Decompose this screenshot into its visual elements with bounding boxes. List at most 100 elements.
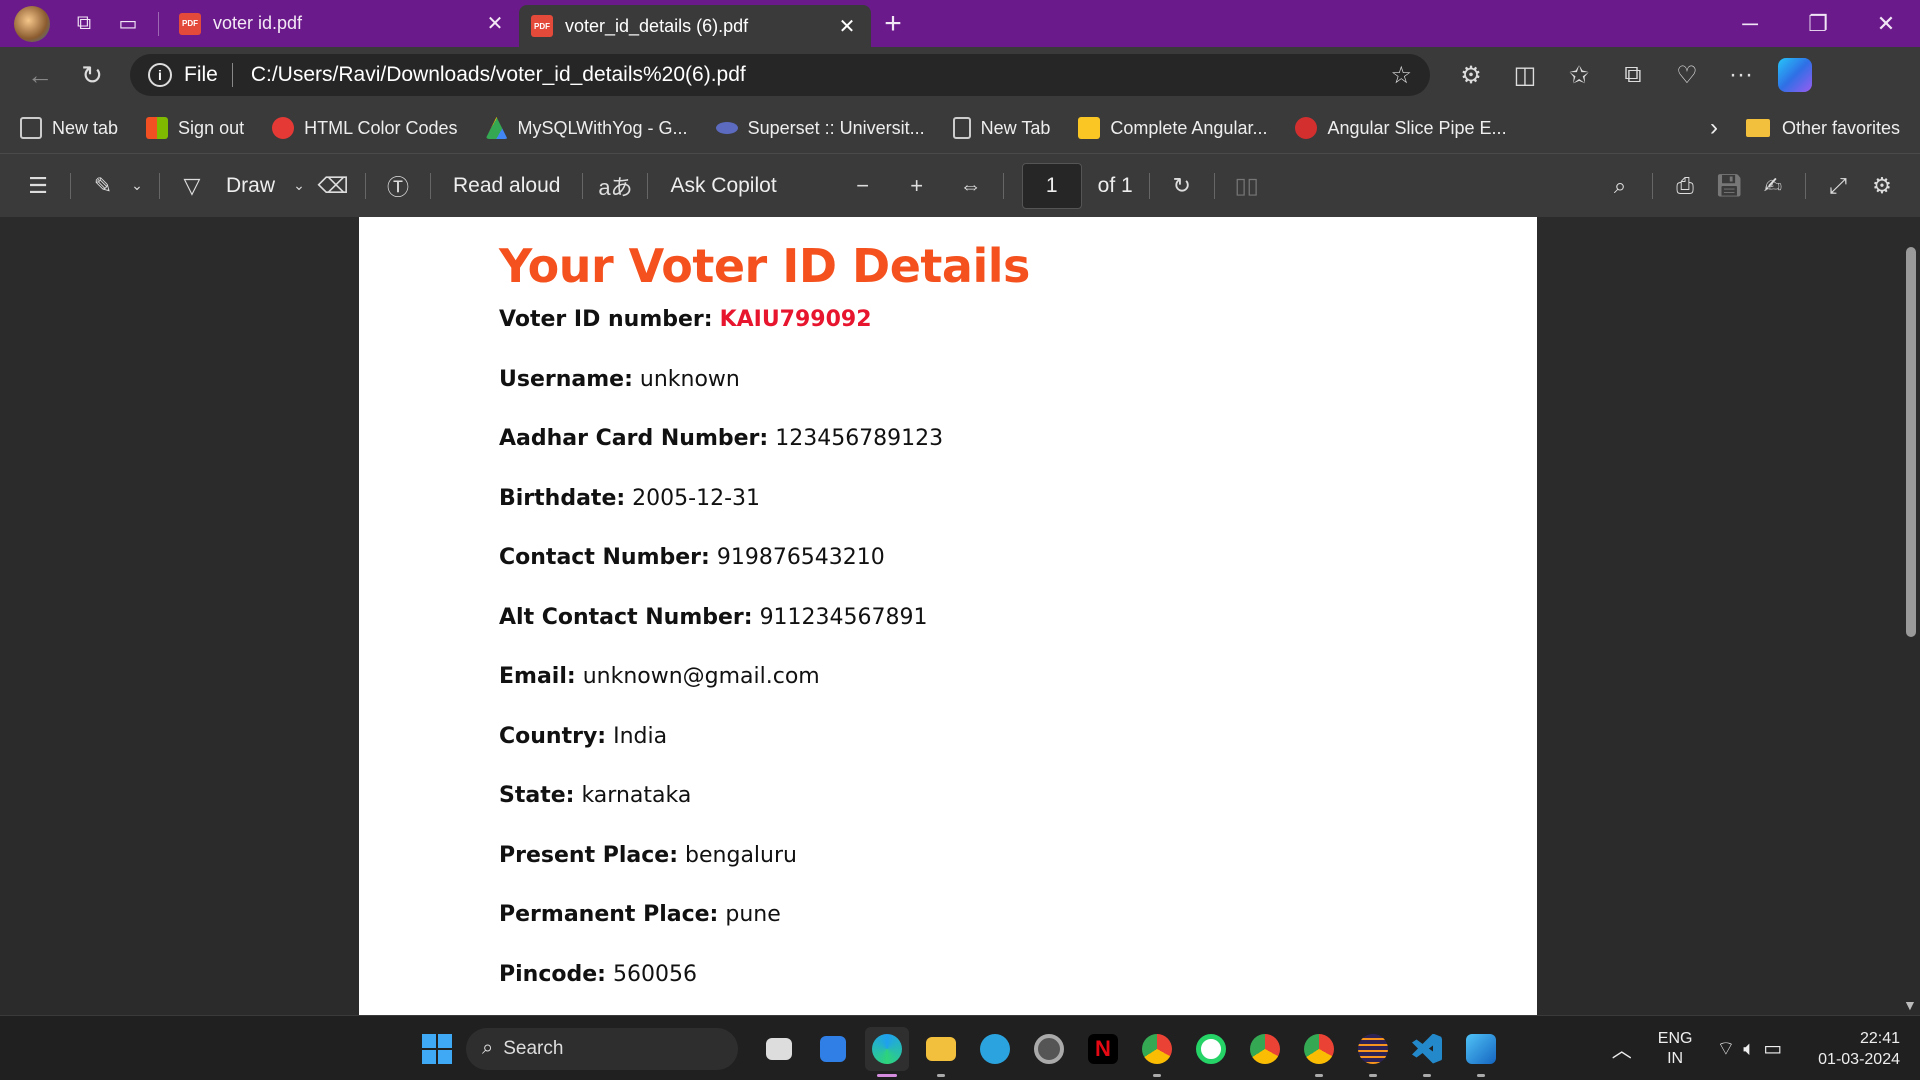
close-window-icon[interactable]: ✕ xyxy=(1852,11,1920,37)
scroll-down-icon[interactable]: ▼ xyxy=(1903,997,1917,1013)
address-url[interactable]: C:/Users/Ravi/Downloads/voter_id_details… xyxy=(251,63,1391,87)
ask-copilot-button[interactable]: Ask Copilot xyxy=(670,174,776,198)
eclipse-icon[interactable] xyxy=(1351,1027,1395,1077)
zoom-out-icon[interactable]: − xyxy=(841,173,885,199)
tektutorials-favicon-icon xyxy=(1078,117,1101,139)
full-screen-icon[interactable]: ⤢ xyxy=(1816,173,1860,199)
zoom-in-icon[interactable]: + xyxy=(895,173,939,199)
detail-value: karnataka xyxy=(581,783,692,808)
favorite-star-icon[interactable]: ☆ xyxy=(1390,61,1412,90)
photos-icon[interactable] xyxy=(1459,1027,1503,1077)
print-icon[interactable]: ⎙ xyxy=(1663,173,1707,199)
minimize-icon[interactable]: ─ xyxy=(1716,11,1784,37)
favorite-new-tab[interactable]: New tab xyxy=(20,117,118,139)
chrome-icon[interactable] xyxy=(1243,1027,1287,1071)
task-view-icon[interactable] xyxy=(757,1027,801,1071)
two-page-view-icon[interactable]: ▯▯ xyxy=(1225,173,1269,199)
file-explorer-icon[interactable] xyxy=(919,1027,963,1077)
detail-row: State: karnataka xyxy=(499,783,1537,843)
draw-icon[interactable]: ▽ xyxy=(170,173,214,199)
translate-icon[interactable]: aあ xyxy=(593,170,637,202)
detail-label: Birthdate: xyxy=(499,485,626,511)
detail-row: Username: unknown xyxy=(499,367,1537,427)
highlight-icon[interactable]: ✎ xyxy=(81,173,125,199)
collections-icon[interactable]: ⧉ xyxy=(1606,61,1660,90)
netflix-icon[interactable]: N xyxy=(1081,1027,1125,1071)
pdf-page: Your Voter ID Details Voter ID number: K… xyxy=(359,217,1537,1015)
fit-to-width-icon[interactable]: ⇔ xyxy=(949,173,993,199)
split-screen-icon[interactable]: ◫ xyxy=(1498,61,1552,90)
rotate-icon[interactable]: ↻ xyxy=(1160,173,1204,199)
pdf-viewer[interactable]: Your Voter ID Details Voter ID number: K… xyxy=(0,217,1920,1015)
detail-label: Permanent Place: xyxy=(499,902,719,927)
extensions-icon[interactable]: ⚙ xyxy=(1444,61,1498,90)
chrome-icon-2[interactable] xyxy=(1297,1027,1341,1077)
eraser-icon[interactable]: ⌫ xyxy=(311,173,355,199)
detail-label: Country: xyxy=(499,723,607,749)
favorites-icon[interactable]: ✩ xyxy=(1552,61,1606,90)
search-icon[interactable]: ⌕ xyxy=(1598,173,1642,199)
close-tab-icon[interactable]: ✕ xyxy=(483,11,507,36)
restore-icon[interactable]: ❐ xyxy=(1784,11,1852,37)
close-tab-icon[interactable]: ✕ xyxy=(835,14,859,39)
detail-label: Aadhar Card Number: xyxy=(499,426,769,451)
detail-label: Username: xyxy=(499,366,633,392)
favorite-html-color-codes[interactable]: HTML Color Codes xyxy=(272,117,458,139)
workspaces-icon[interactable]: ⧉ xyxy=(62,4,106,44)
favorite-sign-out[interactable]: Sign out xyxy=(146,117,244,139)
back-icon[interactable]: ← xyxy=(14,60,66,91)
other-favorites[interactable]: Other favorites xyxy=(1782,118,1900,139)
start-windows-icon[interactable] xyxy=(422,1033,452,1064)
favorite-angular-slice-pipe[interactable]: Angular Slice Pipe E... xyxy=(1295,117,1507,139)
detail-value: 919876543210 xyxy=(716,545,885,570)
tab-voter-id[interactable]: PDF voter id.pdf ✕ xyxy=(167,4,519,44)
chevron-down-icon[interactable]: ⌄ xyxy=(125,177,149,194)
edge-browser-icon[interactable] xyxy=(865,1026,909,1077)
copilot-icon[interactable] xyxy=(1778,58,1812,92)
chevron-down-icon[interactable]: ⌄ xyxy=(287,177,311,194)
more-options-icon[interactable]: ··· xyxy=(1714,61,1768,90)
favorite-mysqlwithyog[interactable]: MySQLWithYog - G... xyxy=(485,117,688,139)
vscode-icon[interactable] xyxy=(1405,1027,1449,1077)
tab-voter-id-details[interactable]: PDF voter_id_details (6).pdf ✕ xyxy=(519,5,871,47)
new-tab-button[interactable]: + xyxy=(871,7,915,41)
tab-actions-icon[interactable]: ▭ xyxy=(106,4,150,44)
taskbar-search[interactable]: ⌕ Search xyxy=(466,1027,738,1070)
detail-label: Present Place: xyxy=(499,842,679,868)
detail-label: State: xyxy=(499,783,575,808)
save-as-icon[interactable]: ✍ xyxy=(1751,173,1795,199)
read-aloud-button[interactable]: Read aloud xyxy=(453,174,560,198)
input-language[interactable]: ENG IN xyxy=(1658,1029,1693,1069)
whatsapp-icon[interactable] xyxy=(1189,1027,1233,1071)
pdf-file-icon: PDF xyxy=(179,12,201,35)
more-favorites-chevron-icon[interactable]: › xyxy=(1710,114,1718,142)
scrollbar-thumb[interactable] xyxy=(1906,247,1916,637)
info-icon[interactable]: i xyxy=(148,63,172,87)
widgets-icon[interactable] xyxy=(811,1027,855,1071)
settings-gear-icon[interactable]: ⚙ xyxy=(1860,173,1904,199)
browser-essentials-icon[interactable]: ♡ xyxy=(1660,61,1714,90)
contents-list-icon[interactable]: ☰ xyxy=(16,173,60,199)
detail-value: bengaluru xyxy=(685,842,797,868)
add-text-icon[interactable]: Ⓣ xyxy=(376,170,420,202)
clock[interactable]: 22:41 01-03-2024 xyxy=(1818,1028,1900,1070)
address-bar[interactable]: i File C:/Users/Ravi/Downloads/voter_id_… xyxy=(130,54,1430,96)
favorite-new-tab-2[interactable]: New Tab xyxy=(952,117,1050,139)
save-icon[interactable]: 💾︎ xyxy=(1707,173,1751,199)
chrome-profile-icon[interactable] xyxy=(1135,1027,1179,1077)
draw-button[interactable]: Draw xyxy=(226,174,275,198)
media-player-icon[interactable] xyxy=(1027,1027,1071,1071)
favorite-superset[interactable]: Superset :: Universit... xyxy=(715,118,925,139)
favorite-complete-angular[interactable]: Complete Angular... xyxy=(1078,117,1267,139)
tab-title: voter_id_details (6).pdf xyxy=(565,15,749,36)
show-hidden-icons-chevron-icon[interactable]: ︿ xyxy=(1612,1034,1632,1063)
telegram-icon[interactable] xyxy=(973,1027,1017,1071)
refresh-icon[interactable]: ↻ xyxy=(66,60,118,91)
navigation-bar: ← ↻ i File C:/Users/Ravi/Downloads/voter… xyxy=(0,47,1920,103)
page-number-input[interactable]: 1 xyxy=(1021,162,1082,209)
detail-value: India xyxy=(613,723,668,749)
profile-avatar[interactable] xyxy=(14,5,50,42)
scrollbar[interactable]: ▼ xyxy=(1900,217,1920,1015)
detail-row: Permanent Place: pune xyxy=(499,902,1537,962)
wifi-volume-battery-icons[interactable]: ⌔🔈︎▭ xyxy=(1716,1036,1790,1061)
